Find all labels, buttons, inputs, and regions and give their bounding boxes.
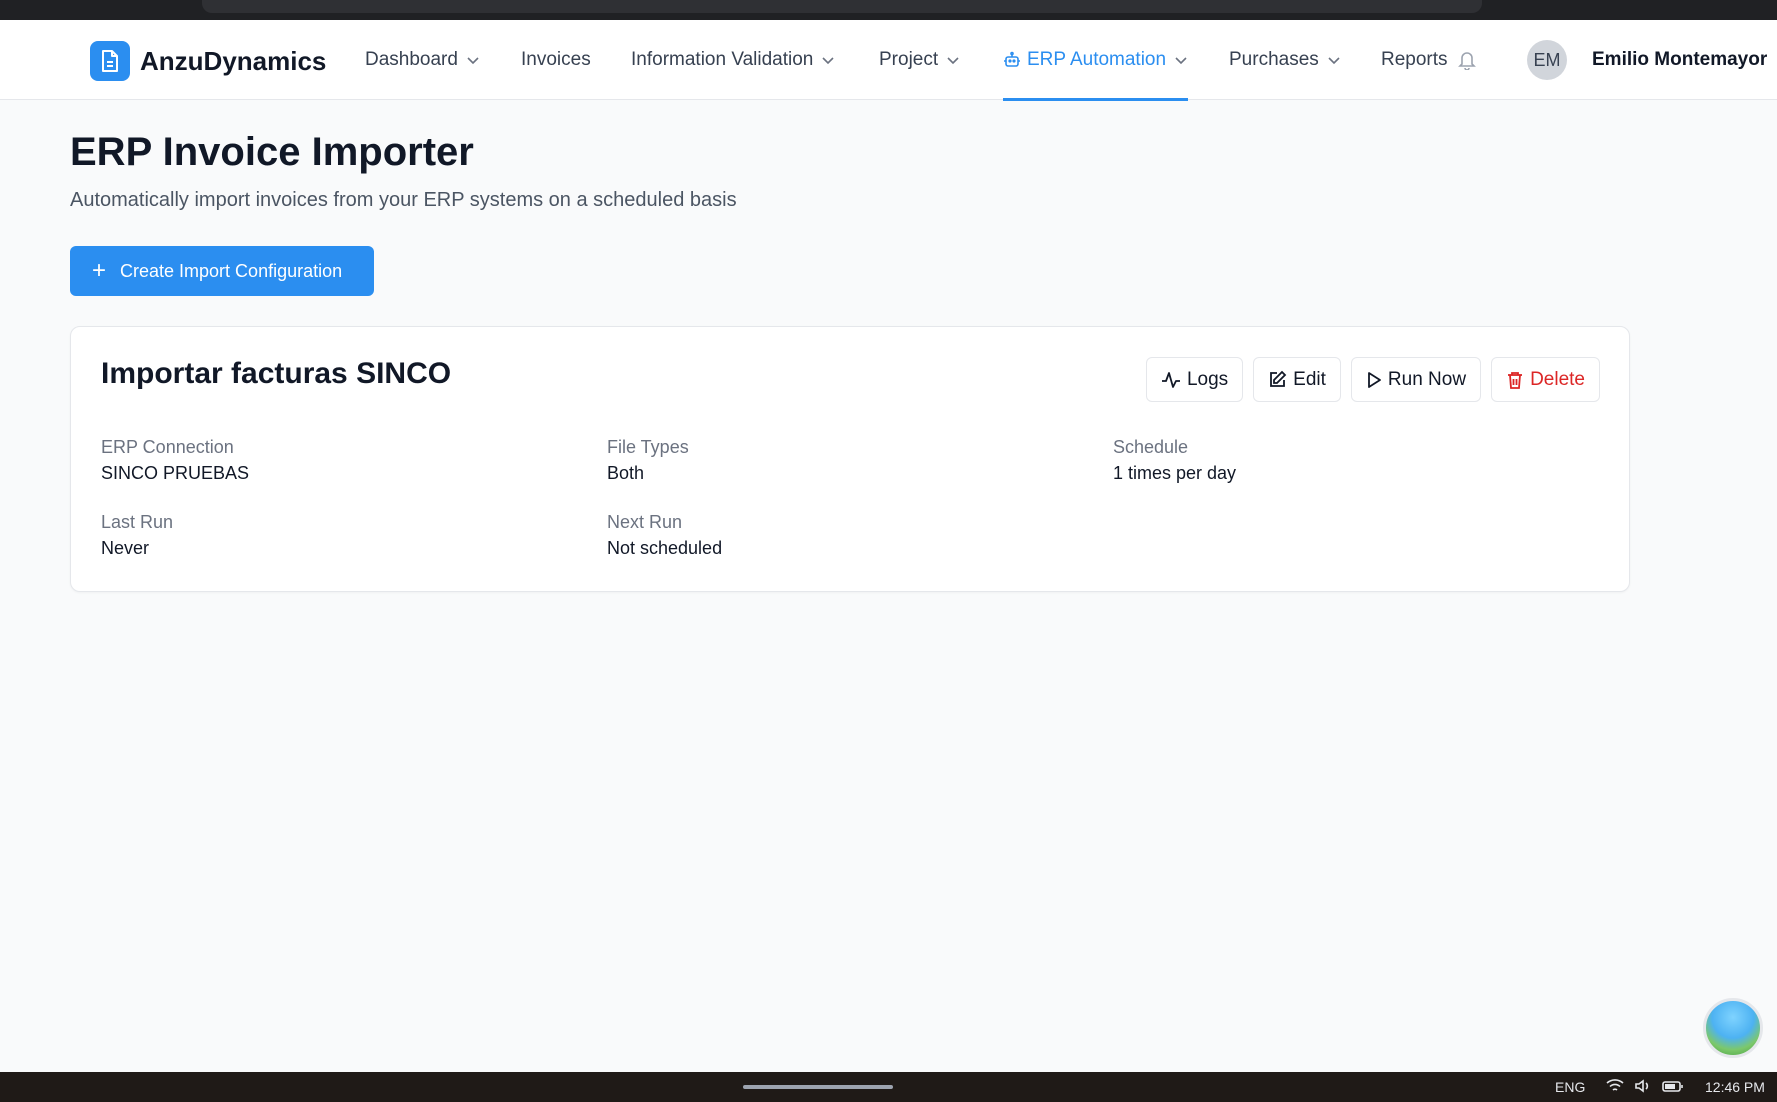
field-next-run: Next Run Not scheduled — [607, 512, 722, 559]
nav-project[interactable]: Project — [879, 20, 960, 100]
chevron-down-icon — [1174, 55, 1188, 65]
system-tray — [1606, 1078, 1684, 1094]
plus-icon: + — [92, 257, 107, 284]
browser-chrome — [0, 0, 1777, 20]
wifi-icon[interactable] — [1606, 1078, 1624, 1094]
floating-assistant-avatar[interactable] — [1703, 998, 1763, 1058]
field-label: File Types — [607, 437, 689, 457]
field-last-run: Last Run Never — [101, 512, 173, 559]
speaker-icon[interactable] — [1634, 1078, 1652, 1094]
delete-label: Delete — [1530, 368, 1585, 390]
address-bar[interactable] — [202, 0, 1482, 13]
nav-information-validation[interactable]: Information Validation — [631, 20, 835, 100]
nav-label: Dashboard — [365, 49, 458, 70]
page-subtitle: Automatically import invoices from your … — [70, 189, 737, 211]
user-name[interactable]: Emilio Montemayor — [1592, 20, 1767, 100]
activity-icon — [1161, 370, 1181, 390]
create-button-label: Create Import Configuration — [120, 260, 343, 281]
field-schedule: Schedule 1 times per day — [1113, 437, 1236, 484]
nav-label: Purchases — [1229, 49, 1319, 70]
home-indicator[interactable] — [743, 1085, 893, 1089]
avatar[interactable]: EM — [1527, 40, 1567, 80]
chevron-down-icon — [946, 55, 960, 65]
nav-label: Project — [879, 49, 939, 70]
import-config-card: Importar facturas SINCO Logs Edit Run No… — [70, 326, 1630, 592]
field-value: SINCO PRUEBAS — [101, 463, 250, 483]
nav-label: Invoices — [521, 49, 591, 70]
nav-label: Information Validation — [631, 49, 814, 70]
field-value: 1 times per day — [1113, 463, 1237, 483]
brand-name: AnzuDynamics — [140, 45, 327, 76]
top-navigation: AnzuDynamics Dashboard Invoices Informat… — [0, 20, 1777, 101]
field-label: ERP Connection — [101, 437, 234, 457]
nav-invoices[interactable]: Invoices — [521, 20, 591, 100]
create-import-configuration-button[interactable]: + Create Import Configuration — [70, 246, 374, 296]
nav-label: ERP Automation — [1027, 49, 1167, 70]
field-value: Both — [607, 463, 645, 483]
logs-label: Logs — [1186, 368, 1229, 390]
os-taskbar: ENG 12:46 PM — [0, 1072, 1777, 1102]
page-title: ERP Invoice Importer — [70, 130, 474, 174]
run-now-button[interactable]: Run Now — [1350, 357, 1482, 402]
edit-label: Edit — [1293, 368, 1326, 390]
play-icon — [1366, 371, 1382, 389]
field-erp-connection: ERP Connection SINCO PRUEBAS — [101, 437, 249, 484]
field-label: Last Run — [101, 512, 174, 532]
edit-icon — [1268, 370, 1287, 389]
nav-dashboard[interactable]: Dashboard — [365, 20, 480, 100]
bell-icon[interactable] — [1457, 50, 1476, 70]
logs-button[interactable]: Logs — [1145, 357, 1244, 402]
config-title: Importar facturas SINCO — [101, 357, 452, 390]
nav-label: Reports — [1381, 49, 1448, 70]
chevron-down-icon — [1327, 55, 1341, 65]
nav-erp-automation[interactable]: ERP Automation — [1003, 20, 1189, 101]
battery-icon[interactable] — [1662, 1078, 1684, 1094]
document-icon — [90, 41, 130, 81]
nav-reports[interactable]: Reports — [1381, 20, 1476, 100]
field-value: Never — [101, 538, 150, 558]
chevron-down-icon — [466, 55, 480, 65]
robot-icon — [1003, 51, 1021, 69]
clock[interactable]: 12:46 PM — [1705, 1079, 1765, 1095]
nav-purchases[interactable]: Purchases — [1229, 20, 1341, 100]
trash-icon — [1506, 370, 1524, 390]
field-label: Schedule — [1113, 437, 1189, 457]
language-indicator[interactable]: ENG — [1555, 1079, 1585, 1095]
field-value: Not scheduled — [607, 538, 723, 558]
field-file-types: File Types Both — [607, 437, 689, 484]
chevron-down-icon — [821, 55, 835, 65]
delete-button[interactable]: Delete — [1491, 357, 1600, 402]
run-now-label: Run Now — [1387, 368, 1467, 390]
brand[interactable]: AnzuDynamics — [90, 41, 326, 81]
field-label: Next Run — [607, 512, 683, 532]
edit-button[interactable]: Edit — [1253, 357, 1341, 402]
card-actions: Logs Edit Run Now Delete — [1145, 357, 1600, 402]
